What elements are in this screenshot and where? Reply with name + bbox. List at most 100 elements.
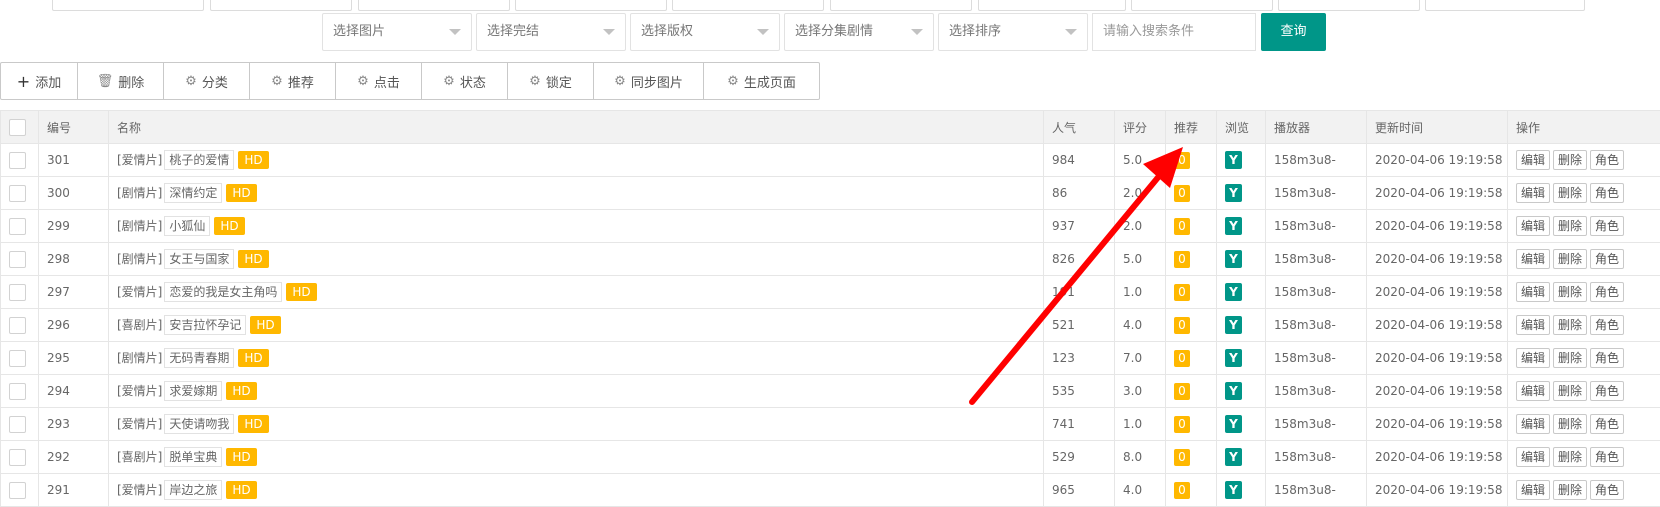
top-select-7[interactable]	[978, 0, 1126, 11]
video-name[interactable]: 桃子的爱情	[164, 150, 234, 170]
edit-button[interactable]: 编辑	[1516, 447, 1550, 467]
top-select-2[interactable]	[210, 0, 352, 11]
delete-row-button[interactable]: 删除	[1553, 381, 1587, 401]
recommend-badge[interactable]: 0	[1174, 185, 1190, 202]
recommend-badge[interactable]: 0	[1174, 383, 1190, 400]
video-name[interactable]: 无码青春期	[164, 348, 234, 368]
role-button[interactable]: 角色	[1590, 414, 1624, 434]
row-checkbox[interactable]	[9, 185, 26, 202]
recommend-button[interactable]: ⚙ 推荐	[250, 63, 336, 99]
video-name[interactable]: 深情约定	[164, 183, 222, 203]
row-checkbox[interactable]	[9, 482, 26, 499]
add-button[interactable]: + 添加	[1, 63, 78, 99]
video-name[interactable]: 小狐仙	[164, 216, 210, 236]
top-select-9[interactable]	[1278, 0, 1420, 11]
browse-badge[interactable]: Y	[1225, 151, 1242, 169]
top-select-8[interactable]	[1131, 0, 1273, 11]
generate-page-button[interactable]: ⚙ 生成页面	[704, 63, 819, 99]
role-button[interactable]: 角色	[1590, 381, 1624, 401]
select-all-checkbox[interactable]	[9, 119, 26, 136]
video-name[interactable]: 恋爱的我是女主角吗	[164, 282, 282, 302]
video-name[interactable]: 天使请吻我	[164, 414, 234, 434]
row-checkbox[interactable]	[9, 416, 26, 433]
row-checkbox[interactable]	[9, 449, 26, 466]
browse-badge[interactable]: Y	[1225, 382, 1242, 400]
browse-badge[interactable]: Y	[1225, 250, 1242, 268]
browse-badge[interactable]: Y	[1225, 448, 1242, 466]
top-select-10[interactable]	[1425, 0, 1585, 11]
row-checkbox[interactable]	[9, 284, 26, 301]
edit-button[interactable]: 编辑	[1516, 414, 1550, 434]
recommend-badge[interactable]: 0	[1174, 350, 1190, 367]
video-name[interactable]: 岸边之旅	[164, 480, 222, 500]
browse-badge[interactable]: Y	[1225, 415, 1242, 433]
edit-button[interactable]: 编辑	[1516, 216, 1550, 236]
lock-button[interactable]: ⚙ 锁定	[508, 63, 594, 99]
delete-row-button[interactable]: 删除	[1553, 249, 1587, 269]
edit-button[interactable]: 编辑	[1516, 480, 1550, 500]
top-select-5[interactable]	[672, 0, 824, 11]
browse-badge[interactable]: Y	[1225, 316, 1242, 334]
edit-button[interactable]: 编辑	[1516, 249, 1550, 269]
delete-row-button[interactable]: 删除	[1553, 480, 1587, 500]
select-copyright[interactable]: 选择版权	[630, 13, 780, 51]
row-checkbox[interactable]	[9, 251, 26, 268]
recommend-badge[interactable]: 0	[1174, 152, 1190, 169]
top-select-4[interactable]	[515, 0, 667, 11]
recommend-badge[interactable]: 0	[1174, 449, 1190, 466]
delete-row-button[interactable]: 删除	[1553, 414, 1587, 434]
video-name[interactable]: 脱单宝典	[164, 447, 222, 467]
recommend-badge[interactable]: 0	[1174, 482, 1190, 499]
browse-badge[interactable]: Y	[1225, 283, 1242, 301]
row-checkbox[interactable]	[9, 317, 26, 334]
row-checkbox[interactable]	[9, 350, 26, 367]
edit-button[interactable]: 编辑	[1516, 183, 1550, 203]
role-button[interactable]: 角色	[1590, 216, 1624, 236]
delete-row-button[interactable]: 删除	[1553, 216, 1587, 236]
edit-button[interactable]: 编辑	[1516, 282, 1550, 302]
row-checkbox[interactable]	[9, 218, 26, 235]
status-button[interactable]: ⚙ 状态	[422, 63, 508, 99]
role-button[interactable]: 角色	[1590, 150, 1624, 170]
role-button[interactable]: 角色	[1590, 315, 1624, 335]
select-sort[interactable]: 选择排序	[938, 13, 1088, 51]
video-name[interactable]: 求爱嫁期	[164, 381, 222, 401]
role-button[interactable]: 角色	[1590, 447, 1624, 467]
top-select-6[interactable]	[830, 0, 972, 11]
edit-button[interactable]: 编辑	[1516, 150, 1550, 170]
role-button[interactable]: 角色	[1590, 282, 1624, 302]
role-button[interactable]: 角色	[1590, 249, 1624, 269]
recommend-badge[interactable]: 0	[1174, 218, 1190, 235]
video-name[interactable]: 安吉拉怀孕记	[164, 315, 246, 335]
search-input[interactable]: 请输入搜索条件	[1092, 13, 1256, 51]
recommend-badge[interactable]: 0	[1174, 251, 1190, 268]
select-complete[interactable]: 选择完结	[476, 13, 626, 51]
browse-badge[interactable]: Y	[1225, 184, 1242, 202]
row-checkbox[interactable]	[9, 152, 26, 169]
recommend-badge[interactable]: 0	[1174, 416, 1190, 433]
top-select-3[interactable]	[358, 0, 510, 11]
video-name[interactable]: 女王与国家	[164, 249, 234, 269]
delete-row-button[interactable]: 删除	[1553, 150, 1587, 170]
browse-badge[interactable]: Y	[1225, 349, 1242, 367]
role-button[interactable]: 角色	[1590, 183, 1624, 203]
top-select-1[interactable]	[52, 0, 204, 11]
delete-row-button[interactable]: 删除	[1553, 183, 1587, 203]
delete-button[interactable]: 🗑 删除	[78, 63, 164, 99]
browse-badge[interactable]: Y	[1225, 217, 1242, 235]
edit-button[interactable]: 编辑	[1516, 348, 1550, 368]
edit-button[interactable]: 编辑	[1516, 315, 1550, 335]
role-button[interactable]: 角色	[1590, 480, 1624, 500]
delete-row-button[interactable]: 删除	[1553, 348, 1587, 368]
delete-row-button[interactable]: 删除	[1553, 447, 1587, 467]
delete-row-button[interactable]: 删除	[1553, 315, 1587, 335]
browse-badge[interactable]: Y	[1225, 481, 1242, 499]
delete-row-button[interactable]: 删除	[1553, 282, 1587, 302]
row-checkbox[interactable]	[9, 383, 26, 400]
select-episode[interactable]: 选择分集剧情	[784, 13, 934, 51]
recommend-badge[interactable]: 0	[1174, 284, 1190, 301]
select-image[interactable]: 选择图片	[322, 13, 472, 51]
recommend-badge[interactable]: 0	[1174, 317, 1190, 334]
hits-button[interactable]: ⚙ 点击	[336, 63, 422, 99]
sync-images-button[interactable]: ⚙ 同步图片	[594, 63, 704, 99]
